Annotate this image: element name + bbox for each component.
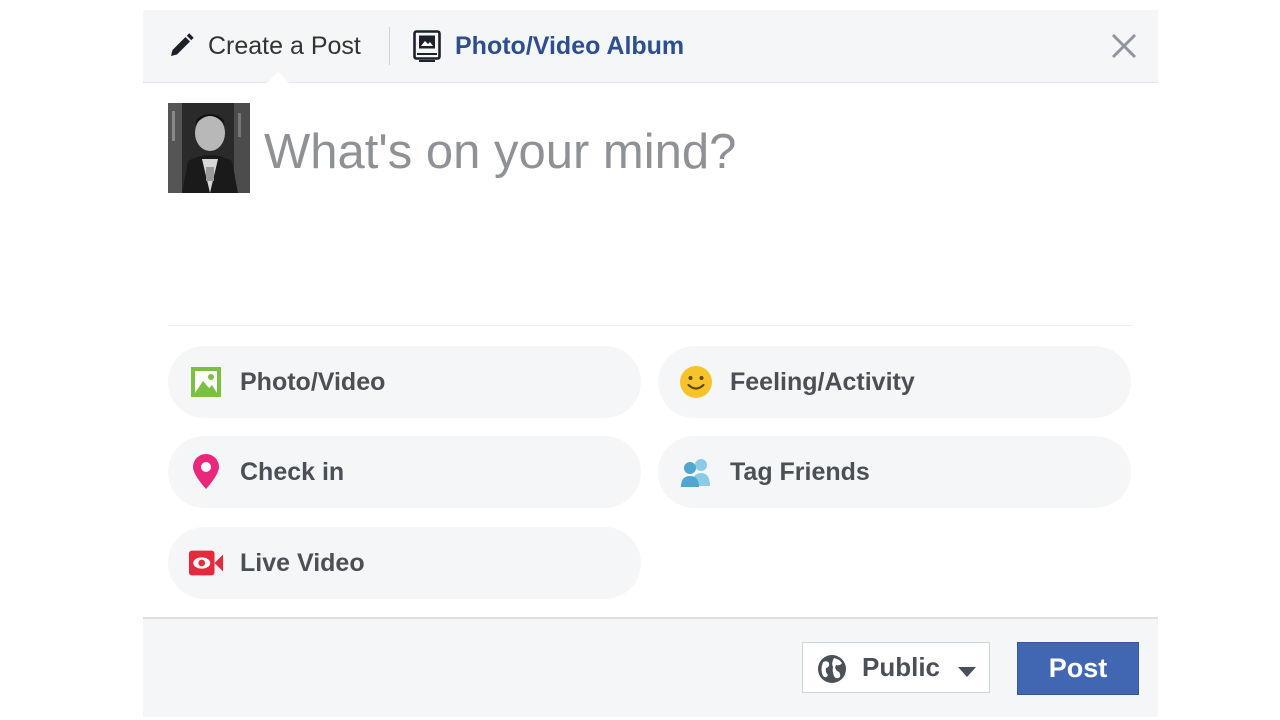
active-tab-indicator	[267, 72, 289, 83]
globe-icon	[817, 654, 847, 689]
post-button[interactable]: Post	[1017, 642, 1139, 695]
dialog-footer: Public Post	[143, 617, 1158, 717]
status-input[interactable]	[264, 117, 1124, 187]
check-in-label: Check in	[240, 457, 345, 486]
composer-separator	[168, 325, 1133, 326]
tab-create-post-label: Create a Post	[208, 31, 361, 60]
photo-video-button[interactable]: Photo/Video	[168, 346, 641, 418]
chevron-down-icon	[958, 664, 976, 682]
smiley-icon	[678, 364, 714, 400]
tag-friends-label: Tag Friends	[730, 457, 870, 486]
live-video-button[interactable]: Live Video	[168, 527, 641, 599]
live-video-label: Live Video	[240, 548, 365, 577]
tab-create-post[interactable]: Create a Post	[168, 10, 361, 82]
live-video-icon	[188, 545, 224, 581]
photo-icon	[188, 364, 224, 400]
album-icon	[413, 30, 441, 62]
close-icon	[1109, 33, 1139, 65]
photo-video-label: Photo/Video	[240, 367, 386, 396]
dialog-header: Create a Post Photo/Video Album	[143, 10, 1158, 83]
check-in-button[interactable]: Check in	[168, 436, 641, 508]
tab-photo-video-album[interactable]: Photo/Video Album	[413, 10, 684, 82]
create-post-dialog: Create a Post Photo/Video Album What's o…	[143, 10, 1158, 717]
pencil-icon	[168, 33, 194, 59]
tag-friends-icon	[678, 454, 714, 490]
tab-photo-video-album-label: Photo/Video Album	[455, 31, 685, 60]
feeling-activity-button[interactable]: Feeling/Activity	[658, 346, 1131, 418]
tab-divider	[389, 27, 390, 65]
feeling-activity-label: Feeling/Activity	[730, 367, 915, 396]
close-button[interactable]	[1109, 31, 1139, 61]
privacy-selector[interactable]: Public	[802, 642, 990, 693]
tag-friends-button[interactable]: Tag Friends	[658, 436, 1131, 508]
location-pin-icon	[188, 454, 224, 490]
privacy-label: Public	[862, 652, 941, 682]
avatar[interactable]	[168, 103, 250, 193]
post-composer	[168, 103, 1133, 325]
